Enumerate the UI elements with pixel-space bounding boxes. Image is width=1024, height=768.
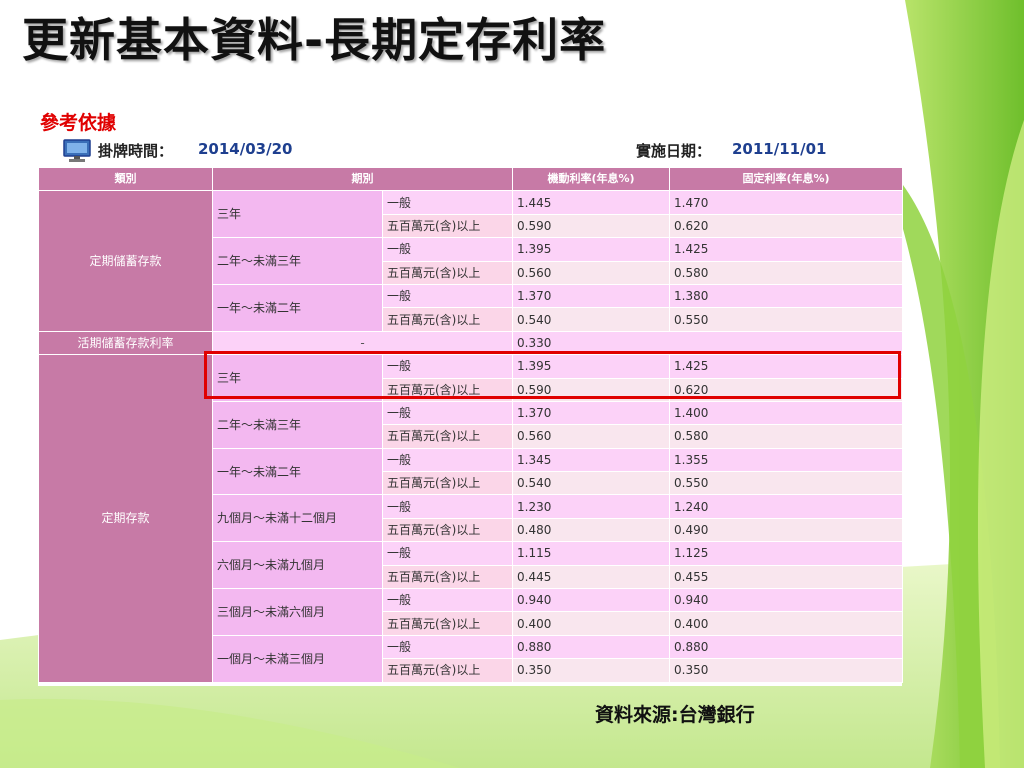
floating-rate-cell: 0.540	[512, 307, 670, 332]
tier-large-cell: 五百萬元(含)以上	[382, 424, 513, 449]
period-cell: 一年～未滿二年	[212, 447, 383, 496]
rate-table-body: 定期儲蓄存款 三年 一般 1.445 1.470 五百萬元(含)以上 0.590 0.620 二…	[38, 190, 903, 683]
posting-time-value: 2014/03/20	[198, 140, 293, 158]
period-cell: 三個月～未滿六個月	[212, 588, 383, 636]
tier-large-cell: 五百萬元(含)以上	[382, 517, 513, 543]
header-floating-rate: 機動利率(年息%)	[512, 166, 670, 192]
fixed-rate-cell: 0.940	[669, 588, 903, 613]
table-header-row: 類別 期別 機動利率(年息%) 固定利率(年息%)	[38, 166, 903, 192]
floating-rate-cell: 0.560	[512, 260, 670, 285]
posting-time-label: 掛牌時間：	[98, 142, 174, 160]
tier-large-cell: 五百萬元(含)以上	[382, 213, 513, 239]
header-category: 類別	[38, 166, 213, 192]
floating-rate-cell: 1.370	[512, 283, 670, 309]
floating-rate-cell: 0.880	[512, 634, 670, 660]
floating-rate-cell: 0.940	[512, 588, 670, 613]
period-cell: 三年	[212, 354, 383, 402]
category-cell: 活期儲蓄存款利率	[38, 330, 213, 356]
floating-rate-cell: 1.445	[512, 190, 670, 215]
floating-rate-cell: 0.590	[512, 213, 670, 239]
fixed-rate-cell: 1.400	[669, 400, 903, 426]
fixed-rate-cell: 1.125	[669, 541, 903, 566]
fixed-rate-cell: 1.240	[669, 494, 903, 519]
tier-general-cell: 一般	[382, 447, 513, 473]
period-cell: -	[212, 330, 513, 356]
fixed-rate-cell: 1.425	[669, 354, 903, 379]
demand-rate-cell: 0.330	[512, 330, 903, 356]
data-source: 資料來源:台灣銀行	[595, 704, 755, 726]
monitor-icon	[63, 139, 91, 162]
effective-date-value: 2011/11/01	[732, 140, 827, 158]
tier-general-cell: 一般	[382, 190, 513, 215]
rate-table: 類別 期別 機動利率(年息%) 固定利率(年息%) 定期儲蓄存款 三年 一般 1.44…	[38, 166, 903, 683]
fixed-rate-cell: 1.380	[669, 283, 903, 309]
tier-large-cell: 五百萬元(含)以上	[382, 611, 513, 636]
tier-general-cell: 一般	[382, 588, 513, 613]
fixed-rate-cell: 0.400	[669, 611, 903, 636]
tier-large-cell: 五百萬元(含)以上	[382, 658, 513, 683]
table-row: 定期存款 三年 一般 1.395 1.425	[38, 354, 903, 683]
table-row: 活期儲蓄存款利率 -0.330	[38, 330, 903, 356]
floating-rate-cell: 1.395	[512, 354, 670, 379]
effective-date-label: 實施日期：	[636, 142, 712, 160]
tier-general-cell: 一般	[382, 634, 513, 660]
fixed-rate-cell: 0.880	[669, 634, 903, 660]
category-cell: 定期儲蓄存款	[38, 190, 213, 332]
period-cell: 一個月～未滿三個月	[212, 634, 383, 683]
period-cell: 九個月～未滿十二個月	[212, 494, 383, 543]
tier-large-cell: 五百萬元(含)以上	[382, 564, 513, 590]
fixed-rate-cell: 1.470	[669, 190, 903, 215]
tier-general-cell: 一般	[382, 354, 513, 379]
fixed-rate-cell: 0.455	[669, 564, 903, 590]
tier-general-cell: 一般	[382, 400, 513, 426]
period-cell: 二年～未滿三年	[212, 237, 383, 285]
category-cell: 定期存款	[38, 354, 213, 683]
floating-rate-cell: 1.345	[512, 447, 670, 473]
fixed-rate-cell: 0.580	[669, 424, 903, 449]
floating-rate-cell: 0.350	[512, 658, 670, 683]
fixed-rate-cell: 0.350	[669, 658, 903, 683]
fixed-rate-cell: 0.550	[669, 307, 903, 332]
period-cell: 三年	[212, 190, 383, 239]
slide-title: 更新基本資料-長期定存利率	[22, 13, 607, 67]
floating-rate-cell: 0.560	[512, 424, 670, 449]
tier-large-cell: 五百萬元(含)以上	[382, 307, 513, 332]
floating-rate-cell: 0.445	[512, 564, 670, 590]
floating-rate-cell: 1.370	[512, 400, 670, 426]
fixed-rate-cell: 0.580	[669, 260, 903, 285]
fixed-rate-cell: 0.620	[669, 377, 903, 402]
floating-rate-cell: 0.400	[512, 611, 670, 636]
tier-large-cell: 五百萬元(含)以上	[382, 377, 513, 402]
fixed-rate-cell: 1.355	[669, 447, 903, 473]
header-fixed-rate: 固定利率(年息%)	[669, 166, 903, 192]
fixed-rate-cell: 0.550	[669, 471, 903, 496]
tier-large-cell: 五百萬元(含)以上	[382, 471, 513, 496]
tier-general-cell: 一般	[382, 283, 513, 309]
tier-large-cell: 五百萬元(含)以上	[382, 260, 513, 285]
floating-rate-cell: 0.590	[512, 377, 670, 402]
fixed-rate-cell: 0.490	[669, 517, 903, 543]
tier-general-cell: 一般	[382, 494, 513, 519]
table-row: 定期儲蓄存款 三年 一般 1.445 1.470	[38, 190, 903, 332]
period-cell: 六個月～未滿九個月	[212, 541, 383, 590]
floating-rate-cell: 1.230	[512, 494, 670, 519]
floating-rate-cell: 0.540	[512, 471, 670, 496]
header-period: 期別	[212, 166, 513, 192]
period-cell: 一年～未滿二年	[212, 283, 383, 332]
fixed-rate-cell: 1.425	[669, 237, 903, 262]
floating-rate-cell: 0.480	[512, 517, 670, 543]
floating-rate-cell: 1.395	[512, 237, 670, 262]
floating-rate-cell: 1.115	[512, 541, 670, 566]
reference-label: 參考依據	[40, 112, 117, 134]
period-cell: 二年～未滿三年	[212, 400, 383, 449]
tier-general-cell: 一般	[382, 237, 513, 262]
rate-panel: 掛牌時間： 2014/03/20 實施日期： 2011/11/01 類別 期別 …	[38, 135, 903, 686]
tier-general-cell: 一般	[382, 541, 513, 566]
info-bar: 掛牌時間： 2014/03/20 實施日期： 2011/11/01	[38, 135, 902, 167]
fixed-rate-cell: 0.620	[669, 213, 903, 239]
